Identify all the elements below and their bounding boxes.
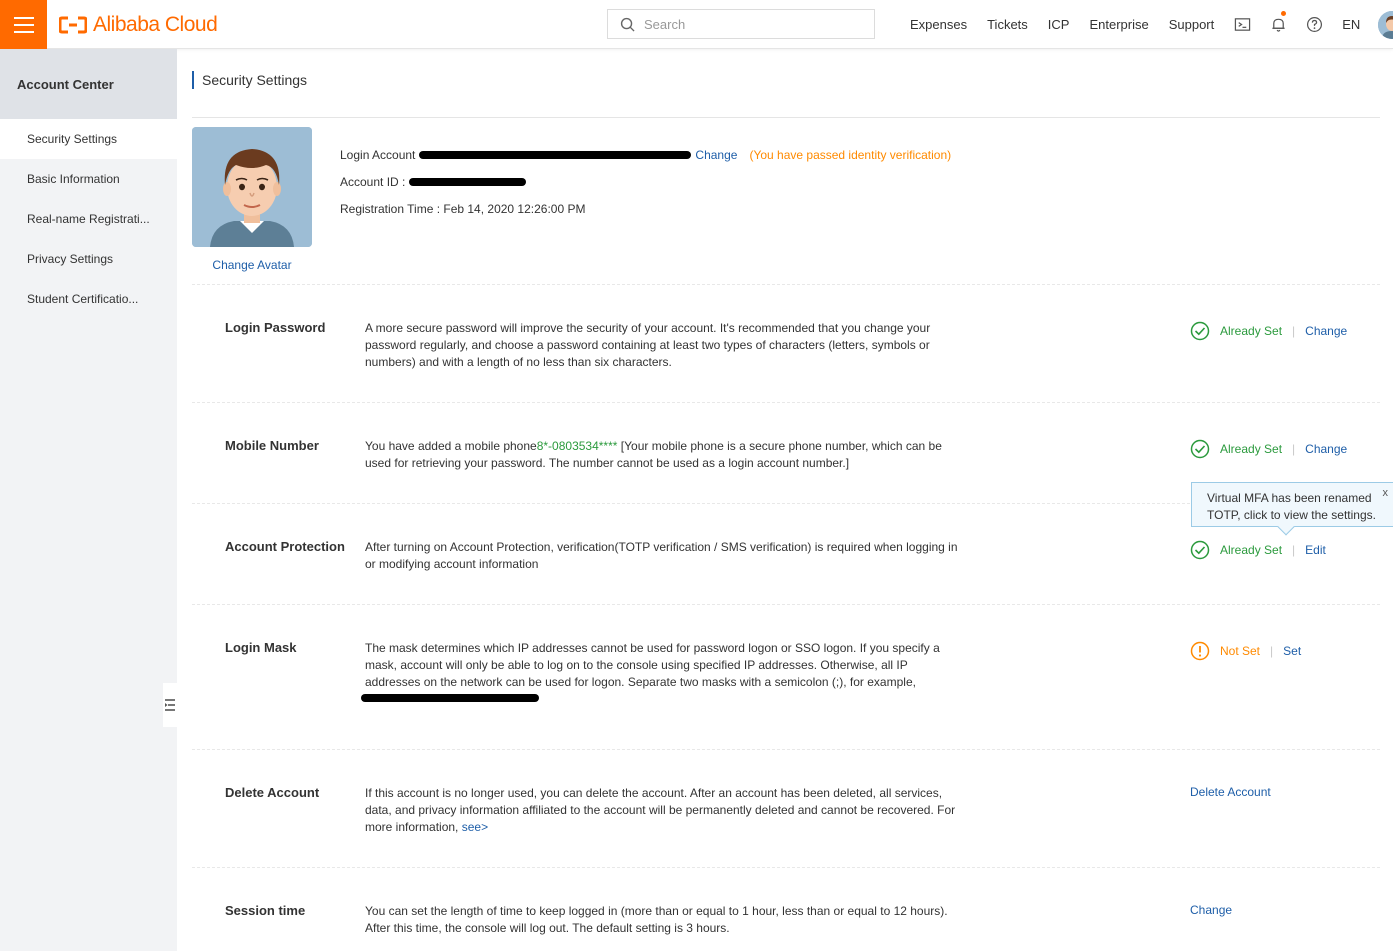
mobile-phone-number: 8*-0803534**** — [536, 439, 618, 453]
totp-rename-tooltip[interactable]: Virtual MFA has been renamed TOTP, click… — [1191, 482, 1393, 536]
session-time-action: Change — [1190, 903, 1232, 917]
change-avatar-link[interactable]: Change Avatar — [192, 258, 312, 272]
sidebar-item-privacy-settings[interactable]: Privacy Settings — [0, 239, 177, 279]
registration-time: Registration Time : Feb 14, 2020 12:26:0… — [340, 202, 586, 216]
nav-expenses[interactable]: Expenses — [900, 17, 977, 32]
account-protection-label: Account Protection — [225, 539, 345, 554]
redacted-ip-example — [361, 694, 539, 702]
bell-icon-glyph — [1272, 18, 1285, 32]
terminal-icon[interactable] — [1224, 0, 1260, 49]
delete-account-desc-text: If this account is no longer used, you c… — [365, 786, 956, 834]
login-account-line: Login Account Change (You have passed id… — [340, 148, 951, 162]
login-mask-row: Login Mask The mask determines which IP … — [192, 604, 1380, 749]
brand-name: Alibaba Cloud — [93, 13, 218, 36]
warning-circle-icon — [1190, 641, 1210, 661]
sidebar-item-student-certification[interactable]: Student Certificatio... — [0, 279, 177, 319]
account-id-line: Account ID : — [340, 175, 530, 189]
profile-avatar — [192, 127, 312, 247]
change-session-time-link[interactable]: Change — [1190, 903, 1232, 917]
redacted-account-id — [409, 178, 527, 186]
delete-account-description: If this account is no longer used, you c… — [365, 785, 965, 836]
nav-support[interactable]: Support — [1159, 17, 1225, 32]
alibaba-cloud-logo-icon — [59, 16, 87, 34]
user-avatar[interactable] — [1378, 10, 1393, 39]
delete-account-label: Delete Account — [225, 785, 320, 800]
top-bar: Alibaba Cloud Expenses Tickets ICP Enter… — [0, 0, 1393, 49]
sidebar-item-security-settings[interactable]: Security Settings — [0, 119, 177, 159]
identity-verification-status: (You have passed identity verification) — [749, 148, 952, 162]
collapse-sidebar-glyph — [165, 699, 175, 711]
help-icon[interactable] — [1296, 0, 1332, 49]
status-already-set: Already Set — [1220, 324, 1283, 338]
help-icon-glyph — [1306, 16, 1322, 33]
sidebar-title: Account Center — [0, 49, 177, 119]
status-already-set: Already Set — [1220, 442, 1283, 456]
profile-avatar-image — [192, 127, 312, 247]
account-protection-status: Already Set | Edit — [1190, 540, 1326, 560]
search-box[interactable] — [607, 9, 875, 39]
separator: | — [1270, 644, 1274, 658]
login-password-row: Login Password A more secure password wi… — [192, 284, 1380, 402]
mobile-number-status: Already Set | Change — [1190, 439, 1347, 459]
check-circle-icon — [1190, 540, 1210, 560]
login-password-status: Already Set | Change — [1190, 321, 1347, 341]
terminal-icon-glyph — [1234, 18, 1250, 31]
user-avatar-image — [1378, 10, 1393, 39]
login-mask-status: Not Set | Set — [1190, 641, 1301, 661]
top-nav: Expenses Tickets ICP Enterprise Support — [900, 0, 1393, 49]
redacted-login-account — [419, 151, 692, 159]
mobile-number-description: You have added a mobile phone8*-0803534*… — [365, 438, 965, 472]
check-circle-icon — [1190, 321, 1210, 341]
divider — [192, 117, 1380, 118]
close-icon[interactable]: x — [1383, 485, 1389, 502]
login-mask-description: The mask determines which IP addresses c… — [365, 641, 940, 689]
bell-icon[interactable] — [1260, 0, 1296, 49]
delete-account-row: Delete Account If this account is no lon… — [192, 749, 1380, 867]
change-login-account-link[interactable]: Change — [695, 148, 737, 162]
nav-tickets[interactable]: Tickets — [977, 17, 1038, 32]
delete-account-action: Delete Account — [1190, 785, 1271, 799]
mobile-number-label: Mobile Number — [225, 438, 319, 453]
search-input[interactable] — [644, 16, 864, 32]
tooltip-text: Virtual MFA has been renamed TOTP, click… — [1207, 491, 1376, 522]
session-time-row: Session time You can set the length of t… — [192, 867, 1380, 951]
collapse-sidebar-icon[interactable] — [163, 683, 177, 727]
nav-enterprise[interactable]: Enterprise — [1079, 17, 1158, 32]
hamburger-menu-icon[interactable] — [0, 0, 47, 49]
session-time-label: Session time — [225, 903, 306, 918]
nav-icp[interactable]: ICP — [1038, 17, 1080, 32]
session-time-description: You can set the length of time to keep l… — [365, 904, 948, 935]
login-password-label: Login Password — [225, 320, 326, 335]
alibaba-cloud-logo[interactable]: Alibaba Cloud — [59, 12, 218, 38]
account-protection-description: After turning on Account Protection, ver… — [365, 540, 958, 571]
change-mobile-link[interactable]: Change — [1305, 442, 1347, 456]
login-mask-label: Login Mask — [225, 640, 297, 655]
login-account-label: Login Account — [340, 148, 416, 162]
delete-account-link[interactable]: Delete Account — [1190, 785, 1271, 799]
login-password-description: A more secure password will improve the … — [365, 321, 931, 369]
change-password-link[interactable]: Change — [1305, 324, 1347, 338]
mobile-desc-prefix: You have added a mobile phone — [365, 439, 537, 453]
separator: | — [1292, 324, 1296, 338]
separator: | — [1292, 543, 1296, 557]
page-title: Security Settings — [192, 71, 307, 89]
main-content: Security Settings Change Avatar Login Ac… — [177, 49, 1393, 951]
separator: | — [1292, 442, 1296, 456]
sidebar: Account Center Security Settings Basic I… — [0, 49, 177, 951]
search-icon — [620, 17, 635, 32]
language-switch[interactable]: EN — [1332, 17, 1368, 32]
status-not-set: Not Set — [1220, 644, 1261, 658]
status-already-set: Already Set — [1220, 543, 1283, 557]
sidebar-item-real-name-registration[interactable]: Real-name Registrati... — [0, 199, 177, 239]
check-circle-icon — [1190, 439, 1210, 459]
account-id-label: Account ID : — [340, 175, 406, 189]
set-login-mask-link[interactable]: Set — [1283, 644, 1301, 658]
sidebar-item-basic-information[interactable]: Basic Information — [0, 159, 177, 199]
see-more-link[interactable]: see> — [462, 820, 488, 834]
edit-account-protection-link[interactable]: Edit — [1305, 543, 1326, 557]
